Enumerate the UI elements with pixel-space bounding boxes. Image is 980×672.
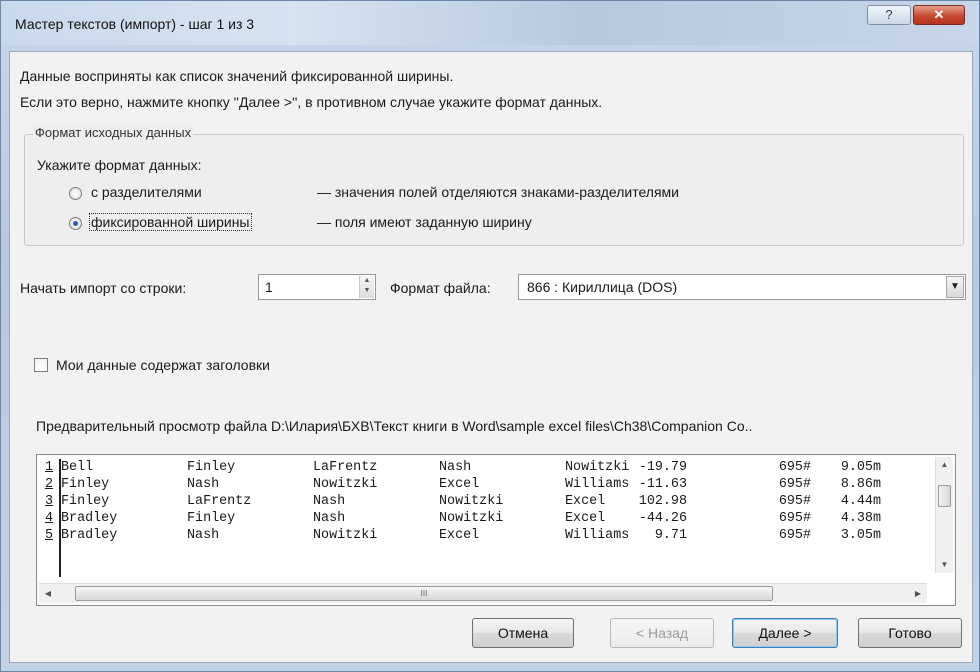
start-row-value[interactable]: 1	[265, 279, 273, 295]
preview-cell: Nash	[439, 460, 472, 475]
scroll-down-icon[interactable]: ▼	[936, 557, 953, 573]
scroll-right-icon[interactable]: ▶	[909, 584, 927, 603]
preview-cell: Nowitzki	[565, 460, 630, 475]
preview-cell: Nowitzki	[313, 477, 378, 492]
intro-line-2: Если это верно, нажмите кнопку ''Далее >…	[20, 94, 603, 110]
preview-cell: 9.71	[654, 528, 687, 543]
preview-row: 5 Bradley Nash Nowitzki Excel Williams 9.71 695…	[41, 527, 931, 544]
spinner-arrows-icon[interactable]: ▲ ▼	[359, 276, 374, 298]
file-format-label: Формат файла:	[390, 280, 491, 296]
title-bar: Мастер текстов (импорт) - шаг 1 из 3 ? ✕	[1, 1, 979, 45]
preview-cell: 3.05m	[840, 528, 881, 543]
preview-cell: Finley	[187, 511, 236, 526]
group-legend: Формат исходных данных	[33, 125, 194, 140]
preview-cell: Williams	[565, 477, 630, 492]
preview-cell: Excel	[439, 477, 480, 492]
preview-cell: 695#	[778, 460, 811, 475]
close-button[interactable]: ✕	[913, 5, 965, 25]
preview-row: 3 Finley LaFrentz Nash Nowitzki Excel 102.98 69…	[41, 493, 931, 510]
preview-cell: Excel	[565, 511, 606, 526]
window-title: Мастер текстов (импорт) - шаг 1 из 3	[15, 16, 255, 32]
preview-cell: Bradley	[61, 511, 118, 526]
preview-row-number: 3	[41, 493, 57, 510]
vertical-scroll-thumb[interactable]	[938, 485, 951, 507]
radio-delimited-description: — значения полей отделяются знаками-разд…	[317, 184, 679, 200]
cancel-button[interactable]: Отмена	[472, 618, 574, 648]
preview-cell: Finley	[61, 477, 110, 492]
preview-row: 2 Finley Nash Nowitzki Excel Williams -11.63 69…	[41, 476, 931, 493]
preview-cell: Excel	[439, 528, 480, 543]
preview-cell: Williams	[565, 528, 630, 543]
finish-button[interactable]: Готово	[858, 618, 962, 648]
preview-cell: 4.38m	[840, 511, 881, 526]
preview-cell: 695#	[778, 477, 811, 492]
preview-cell: Nash	[313, 494, 346, 509]
preview-cell: Finley	[187, 460, 236, 475]
file-format-value[interactable]: 866 : Кириллица (DOS)	[527, 279, 677, 295]
preview-horizontal-scrollbar[interactable]: ◀ III ▶	[39, 583, 927, 603]
format-prompt: Укажите формат данных:	[37, 157, 202, 173]
preview-cell: 4.44m	[840, 494, 881, 509]
dialog-body: Данные восприняты как список значений фи…	[9, 51, 973, 663]
chevron-down-icon[interactable]: ▼	[946, 276, 964, 298]
preview-cell: Finley	[61, 494, 110, 509]
radio-delimited[interactable]	[69, 187, 82, 200]
preview-cell: 8.86m	[840, 477, 881, 492]
preview-label: Предварительный просмотр файла D:\Илария…	[36, 418, 753, 434]
radio-fixed-width[interactable]	[69, 217, 82, 230]
start-row-spinner[interactable]: 1 ▲ ▼	[258, 274, 376, 300]
scroll-up-icon[interactable]: ▲	[936, 457, 953, 473]
preview-cell: LaFrentz	[313, 460, 378, 475]
back-button[interactable]: < Назад	[610, 618, 714, 648]
preview-vertical-scrollbar[interactable]: ▲ ▼	[935, 457, 953, 573]
start-row-label: Начать импорт со строки:	[20, 280, 187, 296]
preview-cell: Nash	[187, 477, 220, 492]
text-import-wizard-window: Мастер текстов (импорт) - шаг 1 из 3 ? ✕…	[0, 0, 980, 672]
preview-cell: -44.26	[638, 511, 687, 526]
preview-grid: 1 Bell Finley LaFrentz Nash Nowitzki -19.79 695…	[41, 459, 931, 577]
preview-cell: 9.05m	[840, 460, 881, 475]
preview-cell: 102.98	[638, 494, 687, 509]
headers-checkbox-label[interactable]: Мои данные содержат заголовки	[56, 357, 270, 373]
preview-row-number: 4	[41, 510, 57, 527]
preview-cell: LaFrentz	[187, 494, 252, 509]
headers-checkbox[interactable]	[34, 358, 48, 372]
source-format-group: Формат исходных данных Укажите формат да…	[24, 125, 964, 246]
preview-cell: -19.79	[638, 460, 687, 475]
preview-cell: Nash	[313, 511, 346, 526]
scroll-left-icon[interactable]: ◀	[39, 584, 57, 603]
preview-cell: Excel	[565, 494, 606, 509]
radio-fixed-width-label[interactable]: фиксированной ширины	[89, 213, 252, 231]
preview-row: 4 Bradley Finley Nash Nowitzki Excel -44.26 695…	[41, 510, 931, 527]
preview-cell: 695#	[778, 511, 811, 526]
radio-delimited-label[interactable]: с разделителями	[91, 184, 202, 200]
horizontal-scroll-thumb[interactable]: III	[75, 586, 773, 601]
preview-box[interactable]: 1 Bell Finley LaFrentz Nash Nowitzki -19.79 695…	[36, 454, 956, 606]
next-button[interactable]: Далее >	[732, 618, 838, 648]
preview-cell: Nowitzki	[313, 528, 378, 543]
file-format-select[interactable]: 866 : Кириллица (DOS) ▼	[518, 274, 966, 300]
preview-cell: -11.63	[638, 477, 687, 492]
radio-fixed-width-description: — поля имеют заданную ширину	[317, 214, 532, 230]
preview-cell: Nash	[187, 528, 220, 543]
preview-cell: 695#	[778, 494, 811, 509]
preview-row-number: 5	[41, 527, 57, 544]
preview-cell: Nowitzki	[439, 494, 504, 509]
preview-row-number: 1	[41, 459, 57, 476]
preview-row-number: 2	[41, 476, 57, 493]
help-button[interactable]: ?	[867, 5, 911, 25]
preview-cell: Nowitzki	[439, 511, 504, 526]
preview-cell: Bell	[61, 460, 94, 475]
preview-cell: 695#	[778, 528, 811, 543]
intro-line-1: Данные восприняты как список значений фи…	[20, 68, 454, 84]
preview-cell: Bradley	[61, 528, 118, 543]
preview-row: 1 Bell Finley LaFrentz Nash Nowitzki -19.79 695…	[41, 459, 931, 476]
